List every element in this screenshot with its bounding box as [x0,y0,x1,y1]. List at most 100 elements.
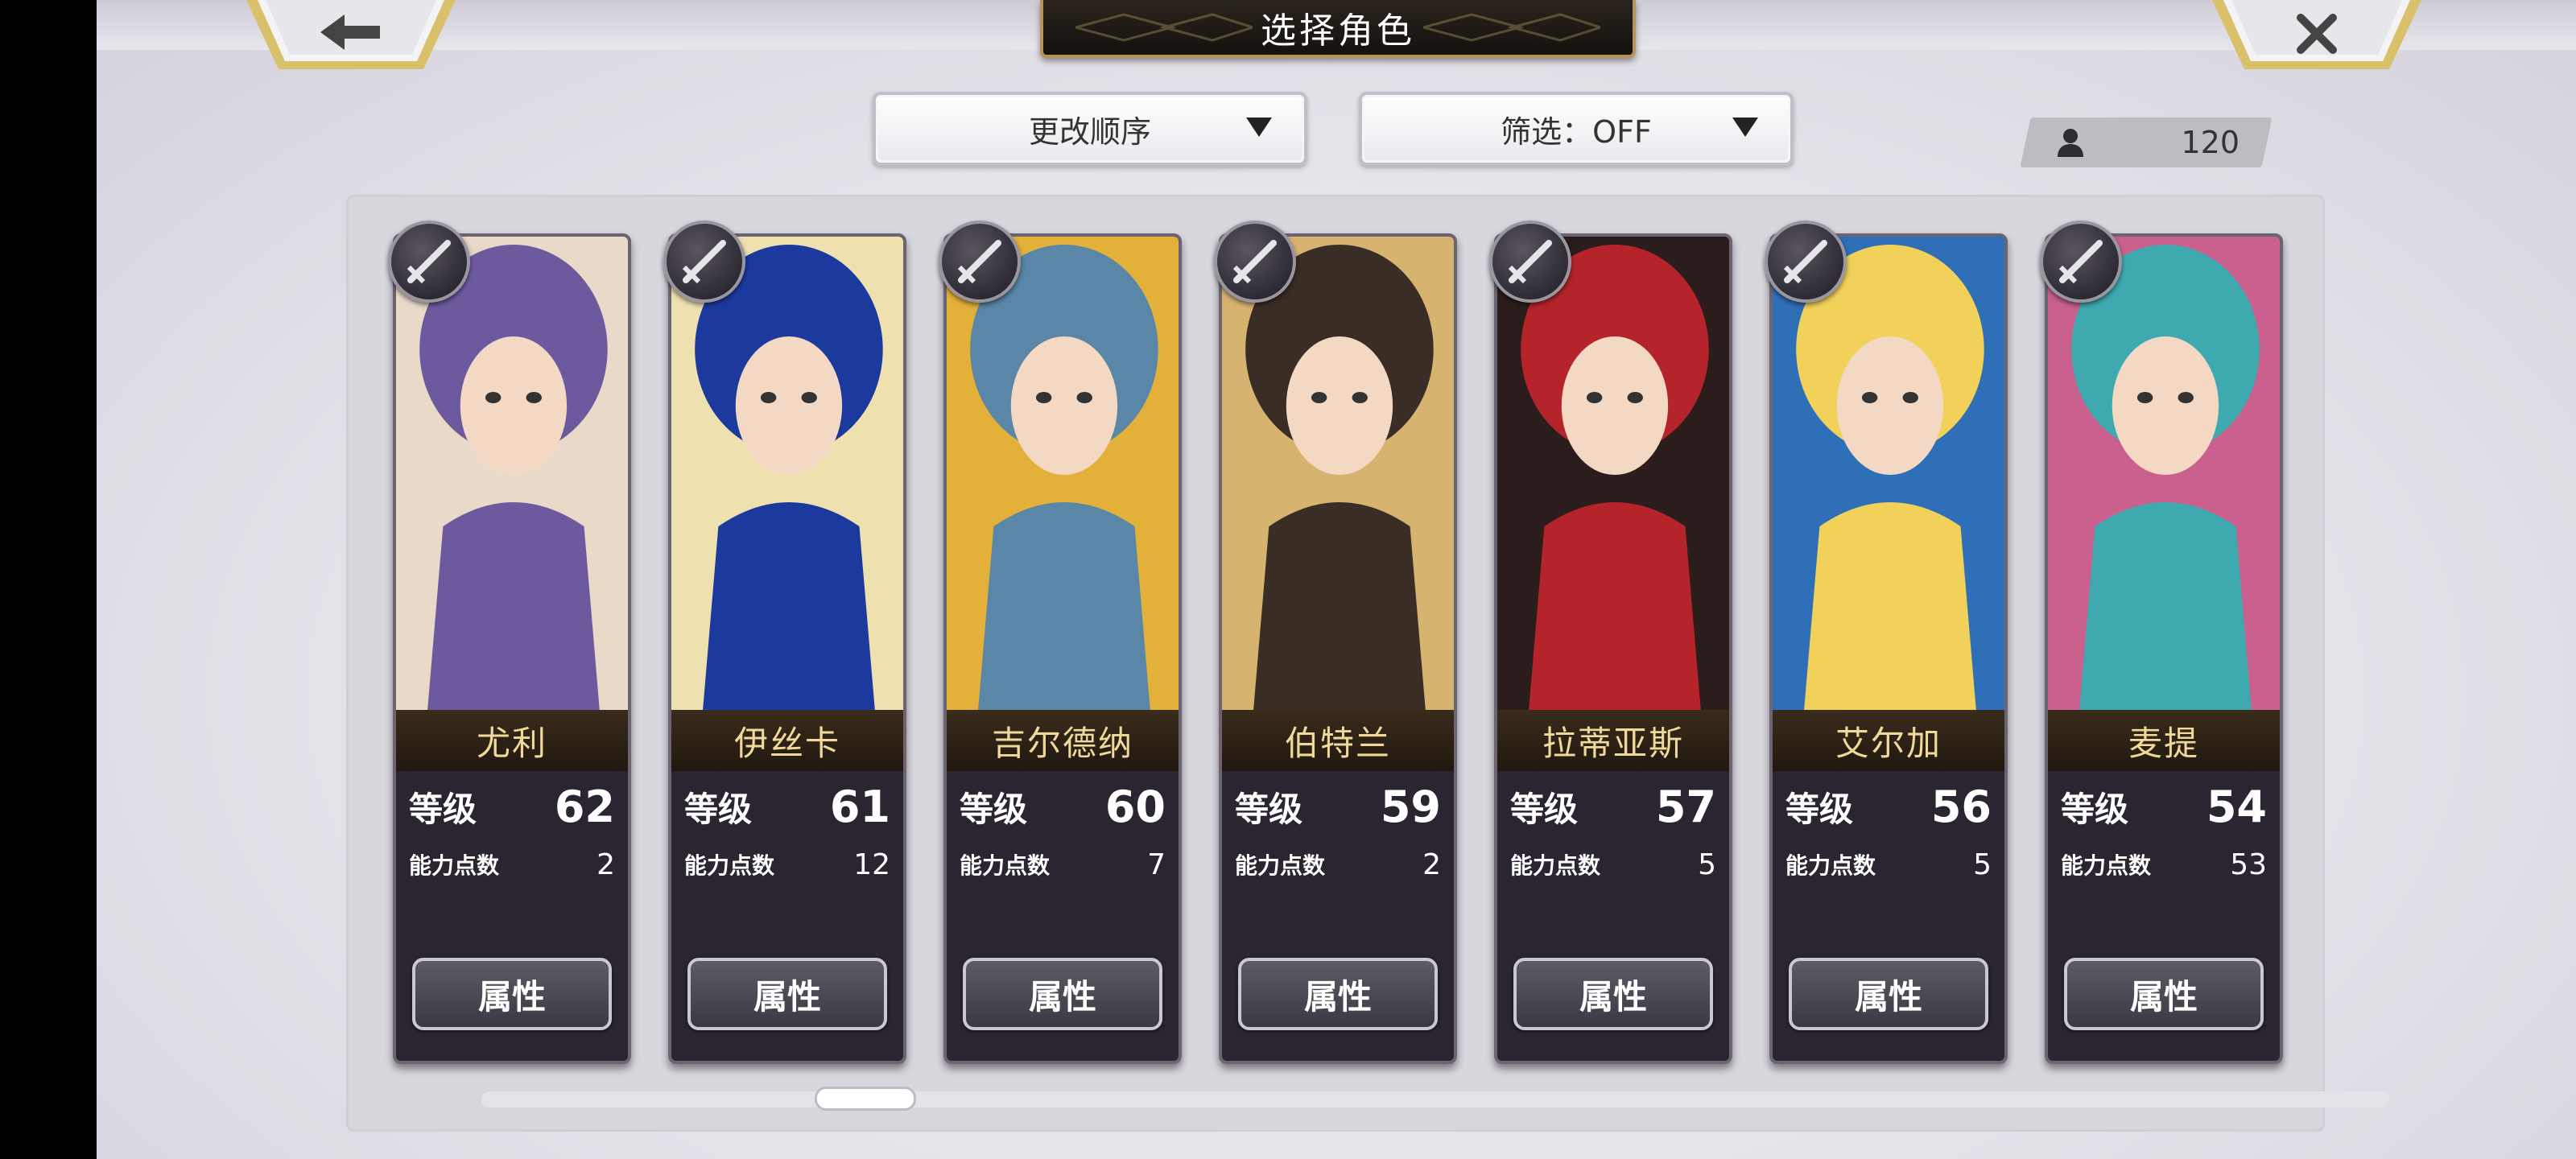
ability-points-row: 能力点数 53 [2061,842,2267,887]
character-card[interactable]: 吉尔德纳 等级 60 能力点数 7 属性 [943,233,1182,1064]
character-name: 麦提 [2128,723,2199,763]
name-band: 伯特兰 [1222,710,1454,771]
greatsword-icon [939,221,1021,303]
character-card[interactable]: 伯特兰 等级 59 能力点数 2 属性 [1219,233,1457,1064]
character-info: 尤利 等级 62 能力点数 2 属性 [396,710,628,1061]
level-row: 等级 57 [1510,774,1716,839]
ability-points-row: 能力点数 5 [1510,842,1716,887]
character-name: 艾尔加 [1835,723,1942,763]
level-label: 等级 [1785,789,1854,829]
ability-points-label: 能力点数 [409,852,500,879]
character-portrait [671,237,903,711]
attributes-button[interactable]: 属性 [687,958,887,1030]
level-value: 62 [554,781,615,832]
character-info: 伯特兰 等级 59 能力点数 2 属性 [1222,710,1454,1061]
ability-points-label: 能力点数 [1785,852,1876,879]
character-card[interactable]: 尤利 等级 62 能力点数 2 属性 [393,233,631,1064]
ability-points-row: 能力点数 7 [960,842,1166,887]
character-portrait [396,237,628,711]
staff-icon [2040,221,2122,303]
chevron-down-icon [1732,118,1758,137]
character-name: 伯特兰 [1284,723,1391,763]
character-portrait [2048,237,2280,711]
ability-points-label: 能力点数 [1510,852,1601,879]
attributes-button[interactable]: 属性 [963,958,1162,1030]
character-portrait [947,237,1179,711]
level-row: 等级 62 [409,774,615,839]
attributes-button[interactable]: 属性 [1513,958,1713,1030]
sort-order-label: 更改顺序 [1028,113,1151,150]
sword-icon [388,221,470,303]
ability-points-value: 53 [2230,848,2267,881]
ability-points-value: 5 [1973,848,1992,881]
character-portrait [1497,237,1729,711]
character-name: 伊丝卡 [733,723,840,763]
character-portrait [1773,237,2004,711]
character-card[interactable]: 麦提 等级 54 能力点数 53 属性 [2045,233,2283,1064]
level-value: 54 [2206,781,2267,832]
character-info: 艾尔加 等级 56 能力点数 5 属性 [1773,710,2004,1061]
level-value: 61 [829,781,890,832]
level-label: 等级 [1510,789,1579,829]
character-count-value: 120 [2181,125,2240,160]
filter-label: 筛选：OFF [1501,113,1652,150]
name-band: 吉尔德纳 [947,710,1179,771]
spear-icon [1214,221,1296,303]
character-name: 尤利 [476,723,547,763]
scrollbar-thumb[interactable] [815,1087,916,1111]
level-row: 等级 54 [2061,774,2267,839]
ability-points-value: 2 [1422,848,1441,881]
attributes-button[interactable]: 属性 [1238,958,1438,1030]
chevron-down-icon [1246,118,1272,137]
ability-points-row: 能力点数 2 [1235,842,1441,887]
character-info: 吉尔德纳 等级 60 能力点数 7 属性 [947,710,1179,1061]
level-row: 等级 56 [1785,774,1992,839]
ability-points-value: 12 [853,848,890,881]
level-row: 等级 59 [1235,774,1441,839]
attributes-button[interactable]: 属性 [1789,958,1988,1030]
character-card[interactable]: 伊丝卡 等级 61 能力点数 12 属性 [668,233,906,1064]
character-info: 拉蒂亚斯 等级 57 能力点数 5 属性 [1497,710,1729,1061]
ability-points-row: 能力点数 12 [684,842,890,887]
horizontal-scrollbar[interactable] [481,1091,2389,1107]
name-band: 拉蒂亚斯 [1497,710,1729,771]
ability-points-row: 能力点数 2 [409,842,615,887]
character-name: 拉蒂亚斯 [1542,723,1684,763]
page-title: 选择角色 [1261,10,1415,52]
name-band: 尤利 [396,710,628,771]
ability-points-value: 2 [597,848,615,881]
character-select-screen: 选择角色 更改顺序 筛选：OFF 120 尤利 等级 62 能力点数 2 属性 … [97,0,2576,1159]
character-portrait [1222,237,1454,711]
sort-order-dropdown[interactable]: 更改顺序 [873,92,1307,166]
title-plate: 选择角色 [1040,0,1636,58]
name-band: 伊丝卡 [671,710,903,771]
name-band: 麦提 [2048,710,2280,771]
ability-points-label: 能力点数 [960,852,1051,879]
ability-points-label: 能力点数 [2061,852,2152,879]
level-value: 56 [1930,781,1992,832]
level-label: 等级 [409,789,477,829]
level-value: 60 [1104,781,1166,832]
ability-points-label: 能力点数 [684,852,775,879]
sword-icon [1765,221,1847,303]
level-label: 等级 [684,789,753,829]
sword-icon [663,221,745,303]
character-count: 120 [2033,118,2259,167]
character-card[interactable]: 拉蒂亚斯 等级 57 能力点数 5 属性 [1494,233,1732,1064]
level-row: 等级 60 [960,774,1166,839]
ability-points-value: 7 [1147,848,1166,881]
filter-dropdown[interactable]: 筛选：OFF [1359,92,1794,166]
close-button[interactable] [2212,0,2421,69]
level-label: 等级 [1235,789,1303,829]
back-button[interactable] [246,0,456,69]
character-name: 吉尔德纳 [991,723,1133,763]
level-label: 等级 [960,789,1028,829]
attributes-button[interactable]: 属性 [412,958,612,1030]
character-card[interactable]: 艾尔加 等级 56 能力点数 5 属性 [1769,233,2008,1064]
name-band: 艾尔加 [1773,710,2004,771]
person-icon [2058,129,2083,157]
character-info: 麦提 等级 54 能力点数 53 属性 [2048,710,2280,1061]
left-black-bar [0,0,97,1159]
ability-points-value: 5 [1698,848,1716,881]
attributes-button[interactable]: 属性 [2064,958,2264,1030]
